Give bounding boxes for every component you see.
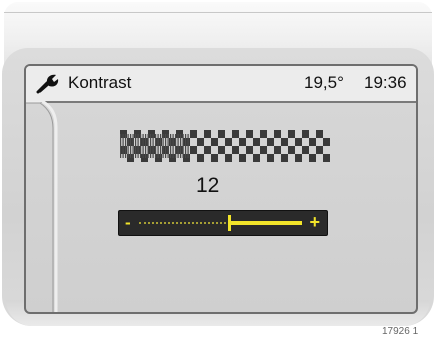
page-title: Kontrast (68, 73, 132, 92)
side-panel-decoration (26, 101, 58, 312)
decrease-button[interactable]: - (125, 213, 131, 233)
outside-temperature: 19,5° (304, 73, 344, 92)
wrench-icon (36, 74, 59, 94)
increase-button[interactable]: + (309, 212, 320, 232)
top-bezel-line (4, 12, 432, 13)
slider-fill (228, 221, 302, 225)
contrast-slider[interactable]: - + (118, 210, 328, 236)
status-bar: Kontrast 19,5° 19:36 (26, 66, 416, 103)
figure-number: 17926 1 (382, 326, 419, 337)
slider-handle[interactable] (227, 215, 231, 231)
clock: 19:36 (364, 73, 407, 92)
contrast-value: 12 (196, 174, 220, 197)
contrast-test-pattern (120, 130, 330, 162)
display-screen: Kontrast 19,5° 19:36 12 - + (24, 64, 418, 314)
display-unit: Kontrast 19,5° 19:36 12 - + 17926 1 (0, 0, 436, 341)
